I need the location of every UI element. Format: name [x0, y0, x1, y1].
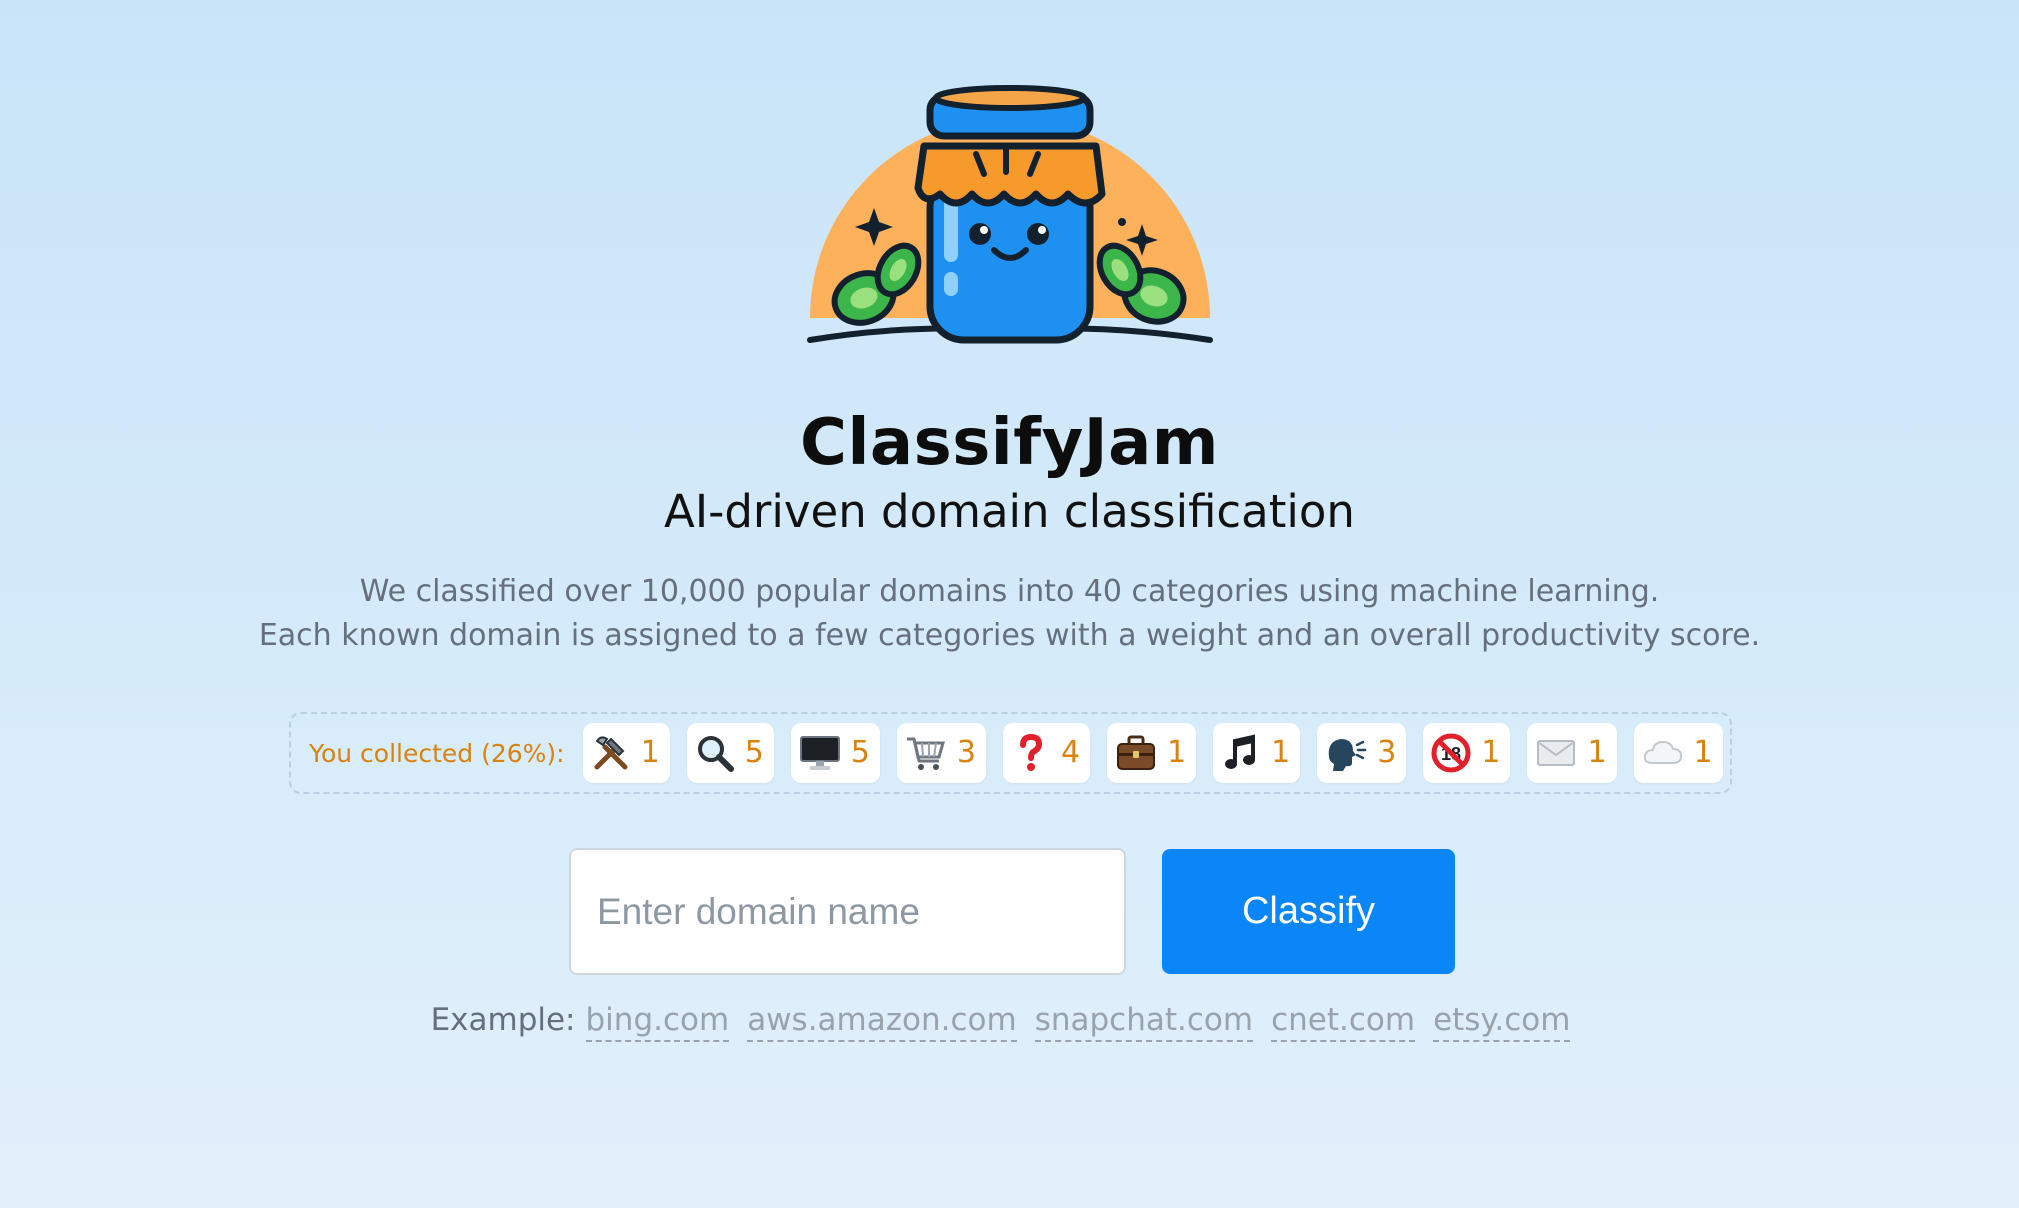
music-note-icon [1225, 734, 1256, 769]
badge-count: 1 [1587, 735, 1607, 770]
classifyjam-logo [807, 85, 1213, 344]
collection-badges: 1 5 5 3 4 1 1 3 1 1 1 [582, 723, 1723, 783]
cloud-icon [1643, 740, 1682, 764]
badge-count: 1 [1481, 735, 1501, 770]
example-link-bing[interactable]: bing.com [585, 1002, 730, 1042]
shopping-cart-icon [906, 737, 945, 770]
category-badge-computer[interactable]: 5 [790, 723, 880, 783]
example-link-cnet[interactable]: cnet.com [1271, 1002, 1416, 1042]
computer-monitor-icon [799, 736, 840, 770]
briefcase-icon [1117, 735, 1156, 770]
category-badge-email[interactable]: 1 [1527, 723, 1617, 783]
category-badge-tools[interactable]: 1 [582, 723, 670, 783]
category-badge-music[interactable]: 1 [1213, 723, 1301, 783]
category-badge-adult[interactable]: 18 1 [1423, 723, 1511, 783]
classify-button[interactable]: Classify [1162, 849, 1455, 974]
app-subtitle: AI-driven domain classification [664, 485, 1355, 538]
category-badge-cloud[interactable]: 1 [1633, 723, 1723, 783]
description-line-1: We classified over 10,000 popular domain… [359, 574, 1660, 609]
category-badge-social[interactable]: 3 [1317, 723, 1407, 783]
category-badge-shopping[interactable]: 3 [896, 723, 986, 783]
example-link-etsy[interactable]: etsy.com [1433, 1002, 1571, 1042]
examples-label: Example: [430, 1002, 576, 1038]
category-badge-business[interactable]: 1 [1107, 723, 1197, 783]
tools-icon [594, 736, 628, 770]
example-link-snapchat[interactable]: snapchat.com [1034, 1002, 1254, 1042]
description: We classified over 10,000 popular domain… [0, 570, 2019, 658]
category-badge-search[interactable]: 5 [686, 723, 774, 783]
sparkle-dot [1118, 218, 1126, 226]
badge-count: 1 [1271, 735, 1291, 770]
badge-count: 5 [744, 735, 764, 770]
speaking-head-icon [1329, 739, 1367, 771]
domain-input[interactable] [569, 848, 1126, 975]
description-line-2: Each known domain is assigned to a few c… [258, 618, 1761, 653]
badge-count: 3 [956, 735, 976, 770]
collection-panel: You collected (26%): 1 5 5 3 4 1 1 3 1 1… [289, 712, 1732, 794]
jar-icon [914, 85, 1106, 344]
badge-count: 1 [1167, 735, 1187, 770]
badge-count: 1 [640, 735, 660, 770]
badge-count: 1 [1693, 735, 1713, 770]
no-under-18-icon: 18 [1431, 733, 1471, 773]
badge-count: 3 [1377, 735, 1397, 770]
envelope-icon [1537, 740, 1576, 766]
badge-count: 4 [1060, 735, 1081, 770]
examples: Example: bing.com aws.amazon.com snapcha… [0, 1002, 2019, 1042]
collection-label: You collected (26%): [309, 738, 565, 768]
example-link-aws[interactable]: aws.amazon.com [747, 1002, 1017, 1042]
category-badge-unknown[interactable]: 4 [1002, 723, 1091, 783]
magnifier-icon [697, 736, 734, 772]
question-mark-icon [1019, 733, 1042, 771]
app-title: ClassifyJam [800, 406, 1219, 480]
badge-count: 5 [850, 735, 870, 770]
page: ClassifyJam AI-driven domain classificat… [0, 0, 2019, 1208]
